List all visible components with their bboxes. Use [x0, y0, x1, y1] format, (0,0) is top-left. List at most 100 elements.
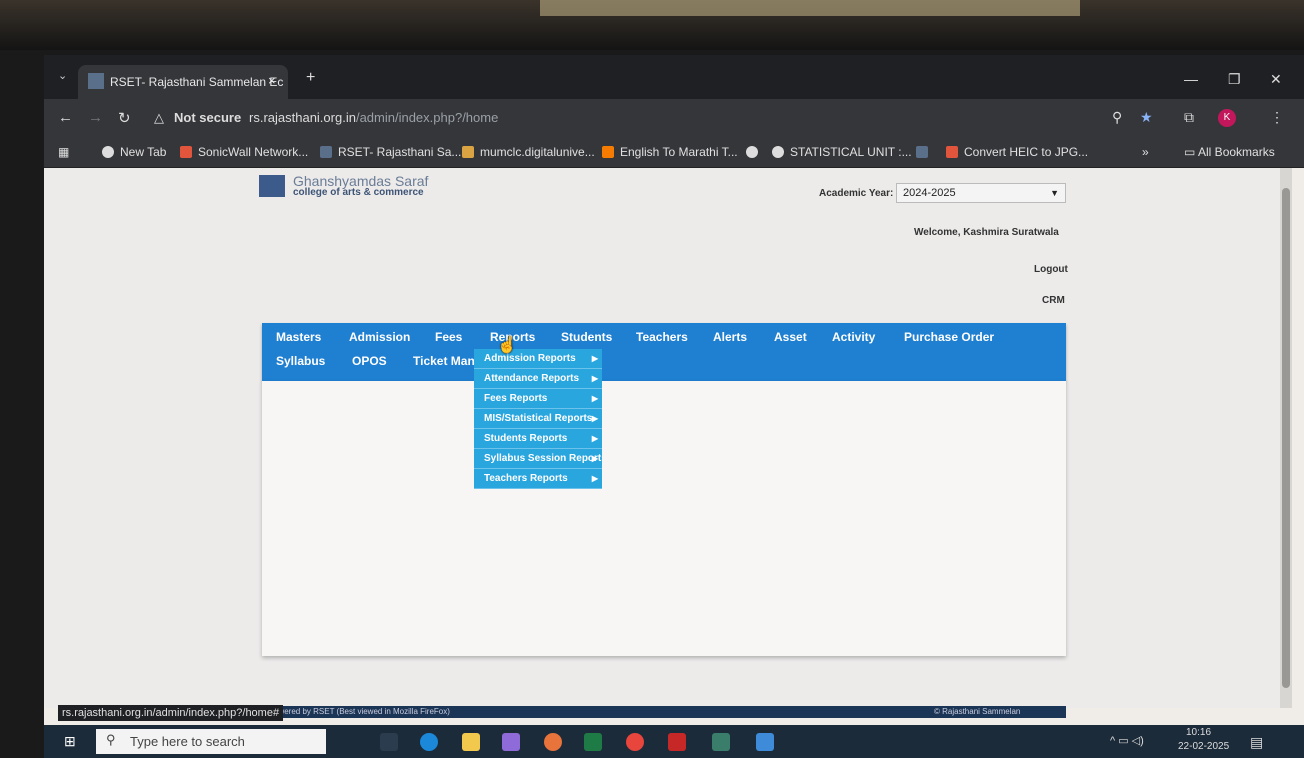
bookmark-label: New Tab: [120, 145, 167, 159]
acrobat-icon[interactable]: [668, 733, 686, 751]
menu-students[interactable]: Students: [561, 330, 612, 344]
academic-year-value: 2024-2025: [903, 187, 956, 199]
photos-icon[interactable]: [756, 733, 774, 751]
back-icon[interactable]: ←: [58, 109, 73, 126]
menu-purchase-order[interactable]: Purchase Order: [904, 330, 994, 344]
url-text: rs.rajasthani.org.in/admin/index.php?/ho…: [249, 110, 498, 125]
bookmark-rset[interactable]: RSET- Rajasthani Sa...: [320, 145, 461, 159]
translate-icon: [602, 146, 614, 158]
chrome-icon[interactable]: [626, 733, 644, 751]
not-secure-label[interactable]: Not secure: [174, 110, 241, 125]
menu-dots-icon[interactable]: ⋮: [1270, 109, 1284, 126]
screen: ⌄ RSET- Rajasthani Sammelan Ec × + — ❐ ✕…: [44, 55, 1304, 758]
edge-icon[interactable]: [420, 733, 438, 751]
search-placeholder: Type here to search: [130, 734, 245, 749]
tray-icons[interactable]: ^ ▭ ◁): [1110, 734, 1144, 747]
globe-bookmark-icon[interactable]: [746, 145, 764, 159]
bookmark-label: RSET- Rajasthani Sa...: [338, 145, 462, 159]
windows-taskbar: ⊞ ⚲ Type here to search ^ ▭ ◁) 10:16 22-…: [44, 725, 1304, 758]
all-bookmarks-button[interactable]: ▭ All Bookmarks: [1184, 145, 1275, 159]
sonicwall-icon: [180, 146, 192, 158]
apps-icon[interactable]: ▦: [58, 145, 69, 159]
notification-icon[interactable]: ▤: [1250, 734, 1263, 751]
more-bookmarks-button[interactable]: »: [1142, 145, 1149, 159]
logout-link[interactable]: Logout: [1034, 264, 1068, 275]
bookmark-heic[interactable]: Convert HEIC to JPG...: [946, 145, 1088, 159]
submenu-admission-reports[interactable]: Admission Reports ▶: [474, 349, 602, 369]
bookmarks-bar: ▦ New Tab SonicWall Network... RSET- Raj…: [44, 137, 1304, 168]
submenu-syllabus-session-reports[interactable]: Syllabus Session Reports ▶: [474, 449, 602, 469]
browser-tab[interactable]: RSET- Rajasthani Sammelan Ec ×: [78, 65, 288, 99]
folder-icon: ▭: [1184, 145, 1199, 159]
bookmark-english-marathi[interactable]: English To Marathi T...: [602, 145, 738, 159]
rset-bookmark-icon[interactable]: [916, 145, 934, 159]
bookmark-new-tab[interactable]: New Tab: [102, 145, 166, 159]
crm-link[interactable]: CRM: [1042, 295, 1065, 306]
new-tab-button[interactable]: +: [306, 69, 315, 87]
file-explorer-icon[interactable]: [462, 733, 480, 751]
bookmark-statistical[interactable]: STATISTICAL UNIT :...: [772, 145, 912, 159]
windows-start-icon[interactable]: ⊞: [64, 733, 76, 750]
reload-icon[interactable]: ↻: [118, 109, 131, 127]
menu-opos[interactable]: OPOS: [352, 354, 387, 368]
store-icon[interactable]: [502, 733, 520, 751]
submenu-fees-reports[interactable]: Fees Reports ▶: [474, 389, 602, 409]
bookmark-mumclc[interactable]: mumclc.digitalunive...: [462, 145, 595, 159]
address-bar[interactable]: △ Not secure rs.rajasthani.org.in/admin/…: [144, 105, 1134, 131]
footer-right: © Rajasthani Sammelan: [934, 707, 1021, 716]
clock-date[interactable]: 22-02-2025: [1178, 741, 1229, 752]
bookmark-star-icon[interactable]: ★: [1140, 109, 1153, 126]
calendar-strip: [540, 0, 1080, 16]
bookmark-label: Convert HEIC to JPG...: [964, 145, 1089, 159]
chevron-right-icon: ▶: [591, 374, 598, 383]
clock-time[interactable]: 10:16: [1186, 727, 1211, 738]
bookmark-label: English To Marathi T...: [620, 145, 738, 159]
forward-icon[interactable]: →: [88, 109, 103, 126]
submenu-mis-statistical-reports[interactable]: MIS/Statistical Reports ▶: [474, 409, 602, 429]
menu-activity[interactable]: Activity: [832, 330, 875, 344]
taskbar-search[interactable]: ⚲ Type here to search: [96, 729, 326, 754]
app-icon[interactable]: [712, 733, 730, 751]
menu-teachers[interactable]: Teachers: [636, 330, 688, 344]
scrollbar-thumb[interactable]: [1282, 188, 1290, 688]
profile-avatar[interactable]: K: [1218, 109, 1236, 127]
heic-icon: [946, 146, 958, 158]
close-window-icon[interactable]: ✕: [1270, 71, 1282, 88]
college-subtitle: college of arts & commerce: [293, 187, 424, 198]
excel-icon[interactable]: [584, 733, 602, 751]
submenu-students-reports[interactable]: Students Reports ▶: [474, 429, 602, 449]
restore-icon[interactable]: ❐: [1228, 71, 1241, 88]
academic-year-select[interactable]: 2024-2025 ▼: [896, 183, 1066, 203]
reports-submenu: Admission Reports ▶ Attendance Reports ▶ F…: [474, 349, 602, 489]
menu-alerts[interactable]: Alerts: [713, 330, 747, 344]
extensions-icon[interactable]: ⧉: [1184, 109, 1194, 126]
bookmark-sonicwall[interactable]: SonicWall Network...: [180, 145, 308, 159]
submenu-attendance-reports[interactable]: Attendance Reports ▶: [474, 369, 602, 389]
page-scrollbar[interactable]: [1280, 168, 1292, 708]
all-bookmarks-label: All Bookmarks: [1198, 145, 1275, 159]
globe-icon: [772, 146, 784, 158]
url-path: /admin/index.php?/home: [355, 110, 499, 125]
globe-icon: [746, 146, 758, 158]
tab-search-icon[interactable]: ⌄: [58, 69, 67, 82]
tab-close-icon[interactable]: ×: [268, 73, 276, 88]
firefox-icon[interactable]: [544, 733, 562, 751]
submenu-teachers-reports[interactable]: Teachers Reports ▶: [474, 469, 602, 489]
menu-ticket-management[interactable]: Ticket Mana: [413, 354, 481, 368]
menu-fees[interactable]: Fees: [435, 330, 462, 344]
menu-syllabus[interactable]: Syllabus: [276, 354, 325, 368]
minimize-icon[interactable]: —: [1184, 71, 1198, 87]
chevron-right-icon: ▶: [591, 474, 598, 483]
menu-admission[interactable]: Admission: [349, 330, 410, 344]
menu-masters[interactable]: Masters: [276, 330, 321, 344]
mumclc-icon: [462, 146, 474, 158]
zoom-icon[interactable]: ⚲: [1112, 109, 1122, 126]
menu-asset[interactable]: Asset: [774, 330, 807, 344]
url-host: rs.rajasthani.org.in: [249, 110, 356, 125]
submenu-label: Students Reports: [484, 433, 568, 444]
task-view-icon[interactable]: [380, 733, 398, 751]
globe-icon: [102, 146, 114, 158]
hand-cursor-icon: ☝: [497, 337, 517, 354]
submenu-label: Syllabus Session Reports: [484, 453, 602, 464]
submenu-label: Teachers Reports: [484, 473, 568, 484]
